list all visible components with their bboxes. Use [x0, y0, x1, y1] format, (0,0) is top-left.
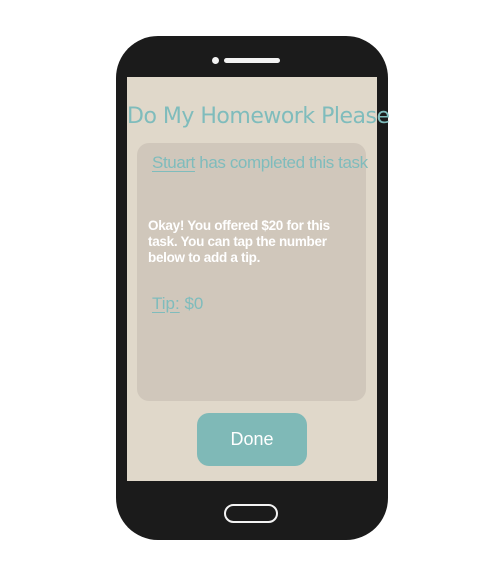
completion-text: has completed this task: [199, 153, 368, 172]
app-title: Do My Homework Please: [127, 104, 390, 129]
task-card: [137, 143, 366, 401]
user-name-link[interactable]: Stuart: [152, 153, 195, 172]
camera-icon: [212, 57, 219, 64]
offer-message: Okay! You offered $20 for this task. You…: [148, 218, 330, 265]
tip-label: Tip:: [152, 294, 180, 313]
completion-status: Stuart has completed this task: [152, 153, 368, 173]
tip-row: Tip: $0: [152, 294, 203, 314]
tip-amount[interactable]: $0: [184, 294, 203, 313]
speaker-icon: [224, 58, 280, 63]
done-button[interactable]: Done: [197, 413, 307, 466]
home-button[interactable]: [224, 504, 278, 523]
